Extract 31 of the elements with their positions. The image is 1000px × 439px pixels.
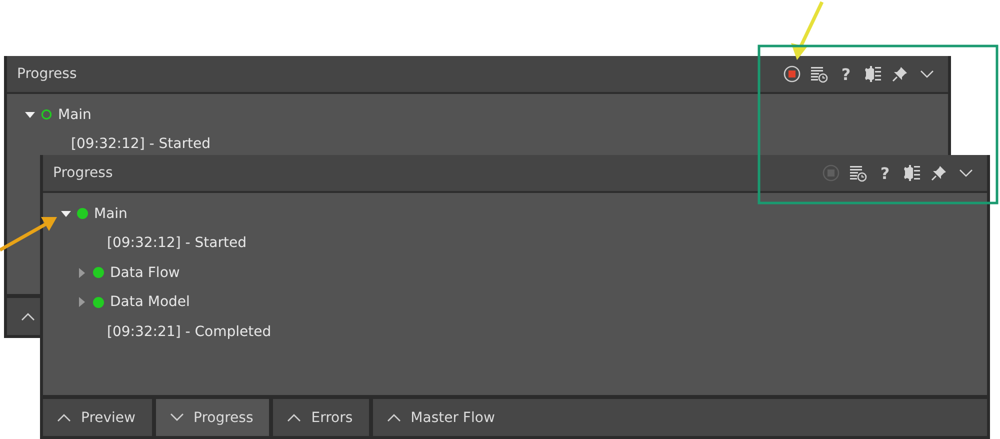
log-entry: [09:32:12] - Started xyxy=(71,136,210,152)
gear-list-icon[interactable] xyxy=(903,164,921,182)
panel-title: Progress xyxy=(17,66,78,82)
help-button[interactable]: ? xyxy=(876,164,894,182)
chevron-up-icon xyxy=(21,312,35,321)
tree-node[interactable]: Main xyxy=(58,106,92,123)
panel-tab[interactable]: Master Flow xyxy=(372,399,987,436)
chevron-up-icon xyxy=(287,413,302,422)
log-entry: [09:32:12] - Started xyxy=(107,235,246,252)
expanded-arrow-icon[interactable] xyxy=(61,208,71,219)
panel-tab[interactable] xyxy=(7,298,43,335)
panel-tab[interactable]: Preview xyxy=(43,399,152,436)
schedule-list-icon[interactable] xyxy=(849,164,867,182)
help-button[interactable]: ? xyxy=(837,64,855,84)
chevron-up-icon xyxy=(57,413,71,422)
expanded-arrow-icon[interactable] xyxy=(25,110,35,120)
collapsed-arrow-icon[interactable] xyxy=(77,268,87,278)
panel-title: Progress xyxy=(53,165,114,181)
log-entry: [09:32:21] - Completed xyxy=(107,324,272,340)
pin-icon[interactable] xyxy=(891,65,909,83)
pin-icon[interactable] xyxy=(930,164,948,182)
collapsed-arrow-icon[interactable] xyxy=(77,297,87,308)
chevron-up-icon xyxy=(386,413,401,422)
chevron-down-icon xyxy=(170,413,184,422)
gear-list-icon[interactable] xyxy=(864,65,882,83)
panel-tab[interactable]: Errors xyxy=(273,399,369,436)
schedule-list-icon[interactable] xyxy=(810,65,828,83)
panel-tab[interactable]: Progress xyxy=(156,399,270,436)
tree-node[interactable]: Data Flow xyxy=(110,264,180,281)
tree-node[interactable]: Data Model xyxy=(110,294,190,310)
tree-node[interactable]: Main xyxy=(94,206,128,222)
